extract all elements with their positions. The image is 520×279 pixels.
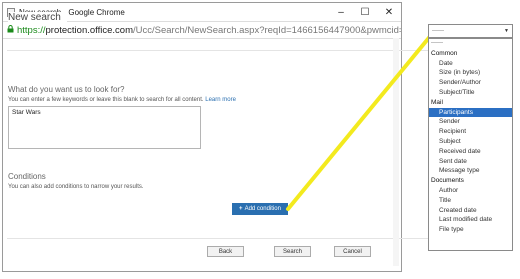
option-group-mail: Mail	[431, 98, 443, 106]
option-item[interactable]: Size (in bytes)	[429, 68, 512, 78]
option-item[interactable]: Received date	[429, 147, 512, 157]
condition-select-value: ------	[432, 28, 444, 34]
condition-select[interactable]: ------ ▼	[428, 24, 513, 38]
option-item[interactable]: Sender	[429, 117, 512, 127]
option-item[interactable]: Title	[429, 196, 512, 206]
option-item[interactable]: Date	[429, 59, 512, 69]
option-item[interactable]: Sent date	[429, 157, 512, 167]
option-item[interactable]: Last modified date	[429, 215, 512, 225]
option-item[interactable]: Subject/Title	[429, 88, 512, 98]
option-item[interactable]: Created date	[429, 206, 512, 216]
option-item[interactable]: Subject	[429, 137, 512, 147]
option-item[interactable]: Recipient	[429, 127, 512, 137]
option-item[interactable]: File type	[429, 225, 512, 235]
option-item[interactable]: Author	[429, 186, 512, 196]
option-item[interactable]: Message type	[429, 166, 512, 176]
option-placeholder[interactable]: ------	[429, 39, 512, 49]
option-item[interactable]: Sender/Author	[429, 78, 512, 88]
option-item[interactable]: Participants	[429, 107, 512, 118]
chevron-down-icon: ▼	[504, 28, 509, 34]
option-group-documents: Documents	[431, 177, 464, 185]
condition-options-list: ------ Common Date Size (in bytes) Sender/A…	[428, 38, 513, 251]
option-group-common: Common	[431, 49, 458, 57]
